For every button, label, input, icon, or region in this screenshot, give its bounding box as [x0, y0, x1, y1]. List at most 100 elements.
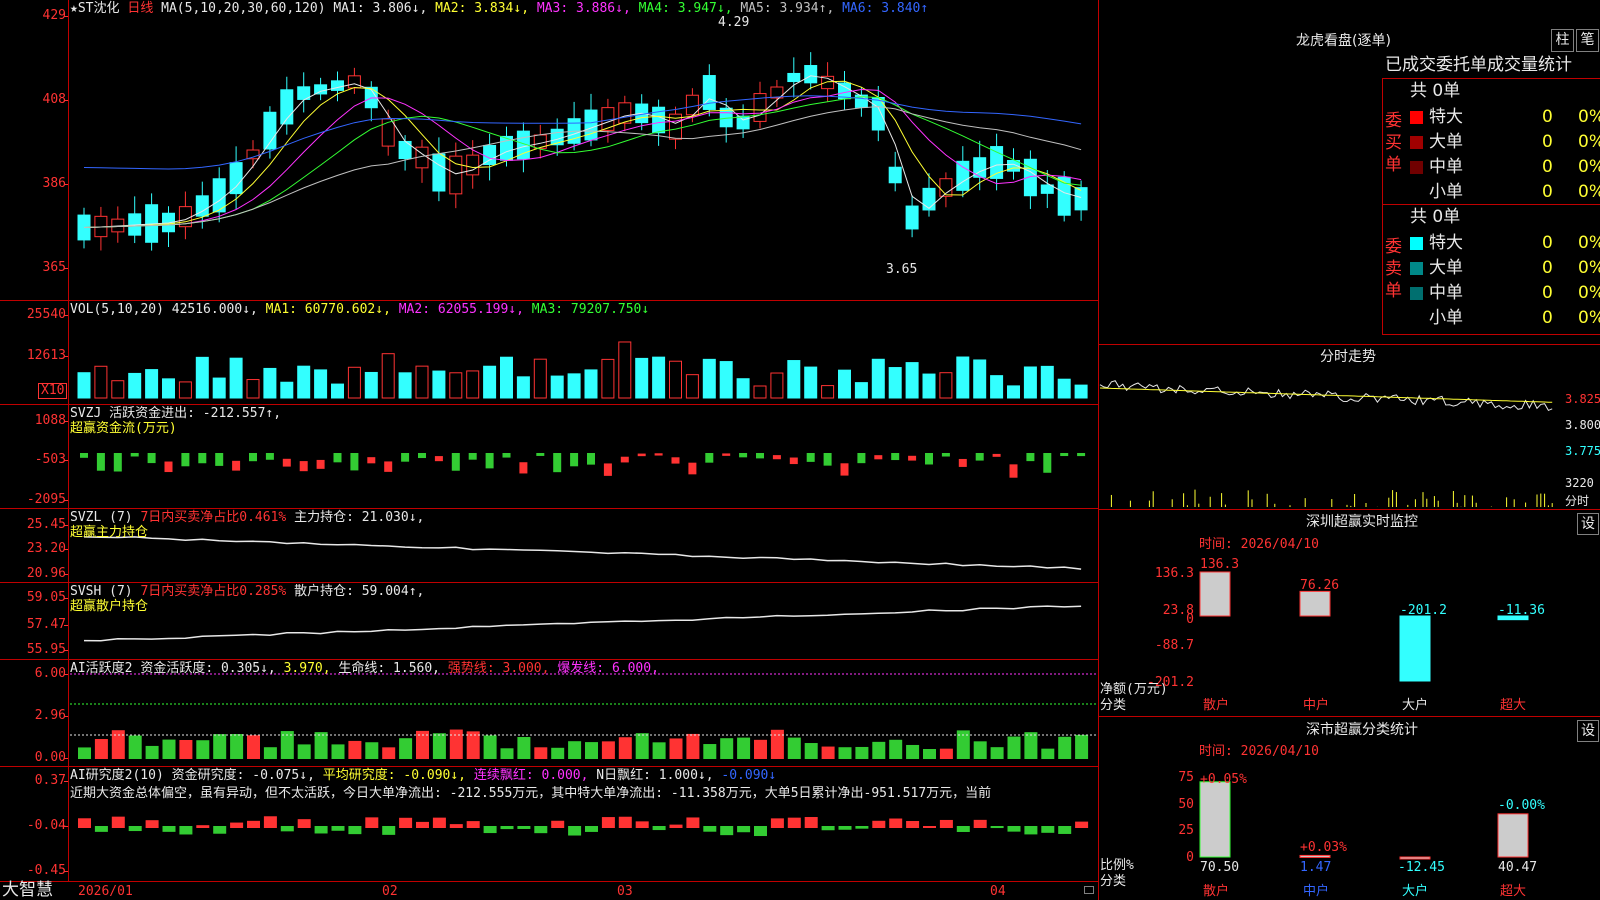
fund-flow-bar	[232, 460, 241, 471]
volume-bar	[770, 372, 784, 399]
research-bar	[517, 826, 531, 829]
active-bar	[263, 747, 277, 759]
fund-flow-bar	[908, 455, 917, 461]
buy-swatch	[1410, 186, 1423, 199]
ma1-value: MA1: 3.806↓,	[333, 1, 428, 16]
volume-bar	[1074, 384, 1088, 399]
volume-bar	[77, 372, 91, 399]
sz-class-title: 深市超赢分类统计	[1306, 722, 1418, 738]
fund-flow-bar	[502, 453, 511, 458]
stroke-mode-button[interactable]: 笔	[1576, 29, 1599, 52]
bar-mode-button[interactable]: 柱	[1551, 29, 1574, 52]
candle-body	[466, 154, 480, 176]
research-bar	[872, 820, 886, 828]
sell-count: 0	[1542, 283, 1553, 303]
fund-flow-bar	[1026, 453, 1035, 462]
kline-ytick: 408	[42, 92, 66, 107]
fund-flow-bar	[1060, 453, 1069, 457]
research-bar	[737, 826, 751, 833]
volume-bar	[415, 365, 429, 399]
ma-line	[83, 95, 1082, 170]
brand-label[interactable]: 大智慧	[2, 880, 53, 900]
research-bar	[1007, 826, 1021, 832]
sell-row: 中单 0 0%	[1410, 282, 1600, 304]
stock-title[interactable]: ★ST沈化	[70, 1, 119, 16]
fund-flow-bar	[333, 453, 342, 463]
sell-pct: 0%	[1578, 258, 1600, 278]
active-bar	[1007, 736, 1021, 759]
sz-class-ytick: 25	[1178, 823, 1194, 838]
research-bar	[213, 826, 227, 834]
research-bar	[331, 826, 345, 831]
intraday-ytick: 3.800	[1565, 418, 1600, 432]
research-bar	[365, 817, 379, 828]
sz-class-settings-button[interactable]: 设	[1577, 720, 1599, 742]
candle-body	[787, 72, 801, 83]
research-bar	[94, 826, 108, 832]
class-bar	[1399, 856, 1431, 860]
ma3-value: MA3: 3.886↓,	[536, 1, 631, 16]
research-bar	[838, 826, 852, 830]
vol-title[interactable]: VOL(5,10,20)	[70, 302, 164, 317]
class-bar	[1497, 813, 1529, 858]
active-bar	[247, 735, 260, 759]
sz-class-cat: 超大	[1500, 884, 1527, 899]
sz-monitor-title: 深圳超赢实时监控	[1306, 514, 1418, 530]
buy-name: 特大	[1429, 107, 1463, 127]
active-bar	[399, 738, 413, 759]
research-bar	[432, 817, 446, 828]
research-bar	[179, 826, 193, 835]
research-bar	[314, 826, 328, 834]
svsh-ytick: 59.05	[26, 590, 66, 605]
ai-research-l3: 连续飘红: 0.000,	[473, 768, 589, 783]
volume-bar	[229, 357, 243, 399]
sell-swatch	[1410, 236, 1423, 250]
svzl-title[interactable]: SVZL (7)	[70, 510, 133, 525]
ai-active-header: AI活跃度2 资金活跃度: 0.305↓, 3.970, 生命线: 1.560,…	[70, 661, 659, 676]
lock-icon[interactable]	[1084, 886, 1094, 894]
candle-body	[347, 75, 361, 89]
candle-body	[331, 80, 344, 91]
x-tick-label: 03	[617, 884, 633, 899]
active-bar	[872, 741, 886, 759]
volume-bar	[753, 385, 767, 399]
sz-class-value-label: -12.45	[1398, 860, 1445, 875]
volume-bar	[550, 375, 564, 399]
ai-active-l4: 强势线: 3.000,	[447, 661, 550, 676]
sz-monitor-settings-button[interactable]: 设	[1577, 513, 1599, 535]
volume-bar	[922, 373, 936, 399]
sz-class-ytick: 75	[1178, 770, 1194, 785]
research-bar	[601, 817, 615, 828]
svsh-pct: 7日内买卖净占比0.285%	[140, 584, 287, 599]
research-bar	[703, 826, 717, 832]
sz-monitor-value-label: -201.2	[1400, 603, 1447, 618]
sz-monitor-value-label: 76.26	[1300, 578, 1340, 593]
svzj-title[interactable]: SVZJ	[70, 406, 101, 421]
fund-flow-bar	[1009, 464, 1018, 478]
fund-flow-bar	[925, 453, 933, 465]
fund-flow-bar	[536, 453, 545, 456]
fund-flow-bar	[789, 457, 798, 465]
sell-swatch	[1410, 312, 1423, 325]
active-bar	[601, 741, 615, 759]
ai-research-title[interactable]: AI研究度2(10)	[70, 768, 164, 783]
ai-active-title[interactable]: AI活跃度2	[70, 661, 132, 676]
svsh-title[interactable]: SVSH (7)	[70, 584, 133, 599]
research-bar	[348, 826, 362, 835]
research-bar	[855, 826, 869, 829]
active-bar	[145, 745, 159, 759]
intraday-avg-line	[1099, 387, 1553, 403]
longhu-header: 已成交委托单成交量统计	[1385, 55, 1572, 75]
fund-flow-bar	[198, 453, 207, 464]
ai-active-l5: 爆发线: 6.000,	[557, 661, 659, 676]
active-bar	[534, 747, 548, 759]
volume-bar	[821, 385, 835, 399]
high-price-label: 4.29	[718, 15, 750, 30]
research-bar	[111, 816, 125, 828]
monitor-bar	[1399, 615, 1431, 682]
active-bar	[551, 747, 565, 759]
period-label[interactable]: 日线	[127, 1, 153, 16]
sz-class-cat: 中户	[1303, 884, 1330, 899]
research-bar	[754, 826, 767, 837]
fund-flow-bar	[181, 453, 190, 467]
